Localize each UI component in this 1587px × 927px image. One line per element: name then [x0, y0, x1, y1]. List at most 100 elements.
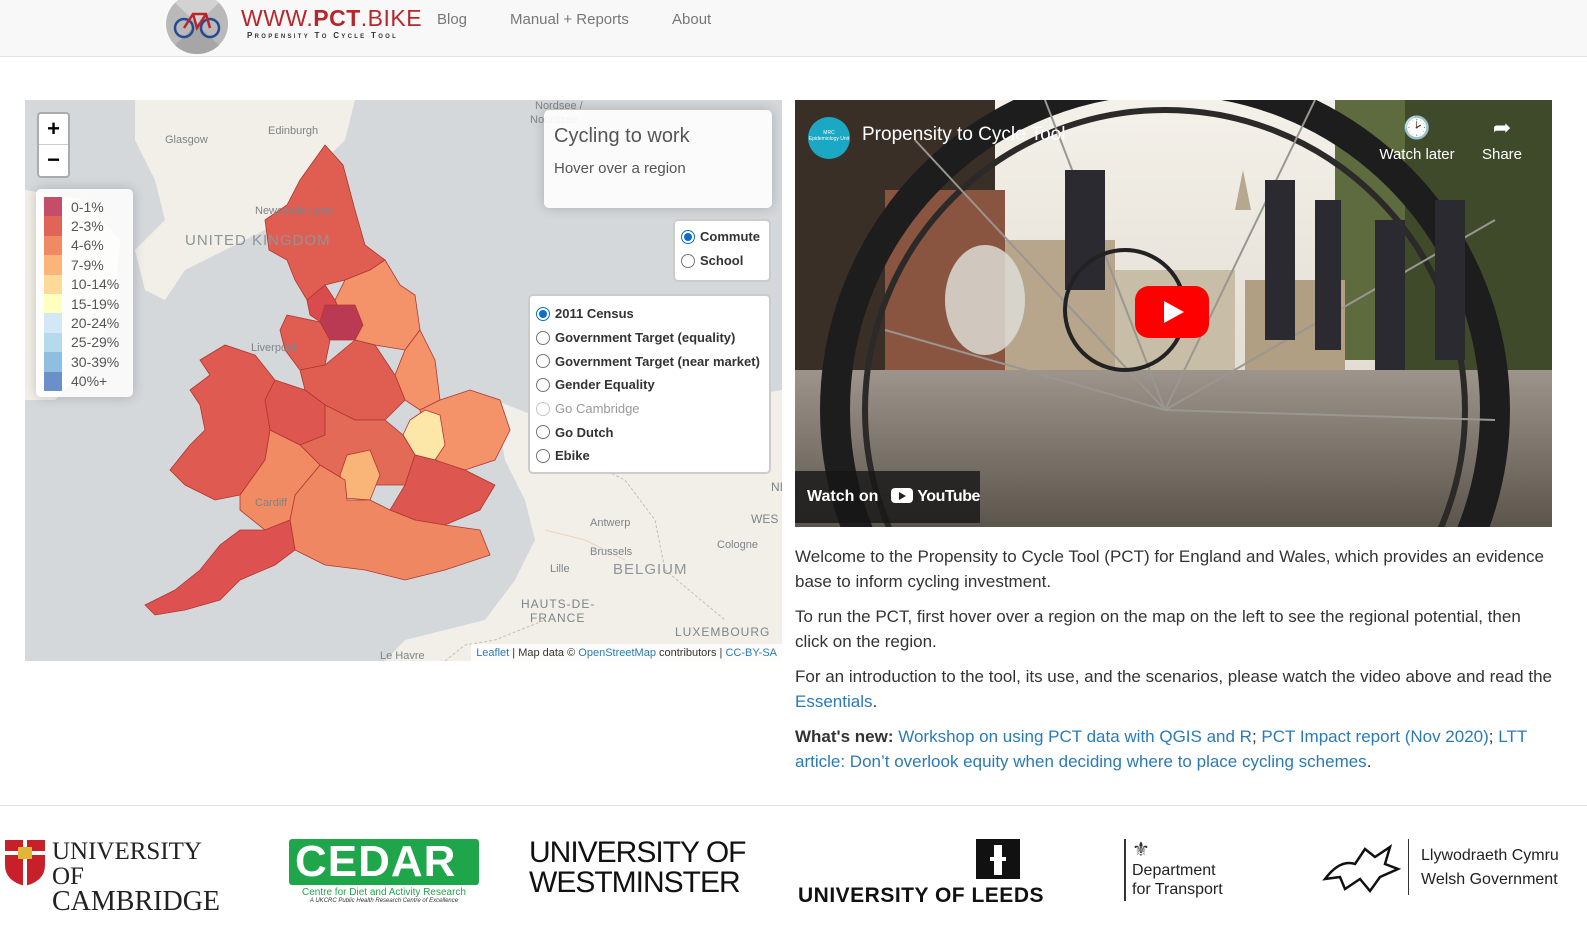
map-label-wes: WES	[751, 512, 779, 526]
legend-swatch	[44, 313, 62, 333]
legend-swatch	[44, 216, 62, 236]
radio-scenario-gov-equality[interactable]: Government Target (equality)	[536, 326, 763, 350]
zoom-out-button[interactable]: −	[39, 145, 68, 176]
watch-on-youtube-button[interactable]: Watch on YouTube	[795, 471, 980, 523]
radio-label: 2011 Census	[555, 306, 634, 322]
map-label-cardiff: Cardiff	[255, 497, 288, 509]
radio-button[interactable]	[536, 354, 550, 369]
leeds-tower-icon	[976, 839, 1020, 879]
osm-link[interactable]: OpenStreetMap	[578, 647, 656, 659]
news-link-impact-report[interactable]: PCT Impact report (Nov 2020)	[1261, 727, 1488, 746]
whats-new-label: What's new:	[795, 727, 894, 746]
video-embed[interactable]: MRC Epidemiology Unit Propensity to Cycl…	[795, 100, 1552, 527]
radio-commute[interactable]: Commute	[681, 225, 763, 249]
legend-label: 0-1%	[71, 198, 104, 215]
intro-text-span: For an introduction to the tool, its use…	[795, 667, 1552, 686]
radio-button[interactable]	[536, 377, 550, 392]
legend-label: 15-19%	[71, 295, 120, 312]
radio-button[interactable]	[536, 448, 550, 463]
radio-scenario-gov-near-market[interactable]: Government Target (near market)	[536, 349, 763, 373]
whats-new: What's new: Workshop on using PCT data w…	[795, 724, 1555, 774]
watch-later-label: Watch later	[1379, 146, 1455, 163]
university-of-cambridge-logo[interactable]: UNIVERSITY OF CAMBRIDGE	[4, 839, 239, 916]
radio-label: Commute	[700, 229, 760, 245]
legend-swatch	[44, 352, 62, 372]
cedar-line-1: Centre for Diet and Activity Research	[302, 887, 466, 898]
map-legend: 0-1% 2-3% 4-6% 7-9% 10-14% 15-19% 20-24%…	[36, 189, 133, 397]
map-label-brussels: Brussels	[590, 546, 633, 558]
share-arrow-icon: ➦	[1492, 115, 1512, 140]
intro-paragraph-3: For an introduction to the tool, its use…	[795, 664, 1555, 714]
scenario-selector: 2011 Census Government Target (equality)…	[528, 294, 771, 474]
legend-item: 15-19%	[44, 293, 125, 314]
bicycle-logo-icon[interactable]	[166, 0, 228, 54]
legend-swatch	[44, 235, 62, 256]
legend-item: 30-39%	[44, 352, 125, 372]
intro-text-span: .	[872, 692, 878, 711]
watch-later-button[interactable]: 🕑 Watch later	[1377, 116, 1457, 164]
essentials-link[interactable]: Essentials	[795, 692, 872, 711]
share-button[interactable]: ➦ Share	[1462, 115, 1542, 164]
region-info-panel: Cycling to work Hover over a region	[544, 110, 772, 208]
legend-item: 0-1%	[44, 197, 125, 217]
legend-swatch	[44, 371, 62, 391]
cedar-logo[interactable]: CEDAR Centre for Diet and Activity Resea…	[289, 839, 479, 904]
legend-item: 7-9%	[44, 255, 125, 275]
westminster-line-2: WESTMINSTER	[529, 866, 741, 899]
news-link-workshop[interactable]: Workshop on using PCT data with QGIS and…	[898, 727, 1252, 746]
radio-label: Government Target (equality)	[555, 330, 736, 346]
logo-suffix: .BIKE	[360, 5, 423, 31]
site-logo[interactable]: WWW.PCT.BIKE Propensity To Cycle Tool	[241, 5, 422, 40]
legend-item: 25-29%	[44, 332, 125, 353]
nav-manual-reports[interactable]: Manual + Reports	[510, 11, 629, 29]
welsh-government-logo[interactable]: Llywodraeth Cymru Welsh Government	[1320, 839, 1560, 899]
nav-blog[interactable]: Blog	[437, 11, 467, 29]
license-link[interactable]: CC-BY-SA	[725, 647, 777, 659]
department-for-transport-logo[interactable]: ⚜ Department for Transport	[1124, 839, 1234, 901]
university-of-westminster-logo[interactable]: UNIVERSITY OF WESTMINSTER	[529, 838, 769, 898]
map[interactable]: Nordsee / Noordzee Edinburgh Glasgow New…	[25, 100, 782, 661]
play-button[interactable]	[1135, 286, 1209, 338]
map-label-lehavre: Le Havre	[380, 650, 425, 661]
radio-button[interactable]	[681, 229, 695, 244]
legend-swatch	[44, 332, 62, 353]
welsh-dragon-icon	[1322, 844, 1402, 894]
legend-label: 25-29%	[71, 334, 120, 351]
intro-text: Welcome to the Propensity to Cycle Tool …	[795, 544, 1555, 784]
radio-label: Go Dutch	[555, 424, 614, 440]
university-of-leeds-logo[interactable]: UNIVERSITY OF LEEDS	[798, 839, 1044, 909]
cedar-wordmark: CEDAR	[289, 839, 479, 885]
zoom-in-button[interactable]: +	[39, 114, 68, 145]
radio-button[interactable]	[681, 253, 695, 268]
share-label: Share	[1481, 146, 1523, 163]
dft-line-2: for Transport	[1132, 881, 1223, 898]
news-separator: .	[1366, 752, 1372, 771]
attribution-text: | Map data ©	[509, 647, 579, 659]
radio-button	[536, 401, 550, 416]
radio-scenario-2011-census[interactable]: 2011 Census	[536, 302, 763, 326]
radio-button[interactable]	[536, 306, 550, 321]
radio-button[interactable]	[536, 330, 550, 345]
legend-label: 20-24%	[71, 315, 120, 332]
radio-scenario-gender-equality[interactable]: Gender Equality	[536, 373, 763, 397]
attribution-text: contributors |	[655, 647, 726, 659]
map-label-ni: NI	[771, 480, 782, 494]
legend-swatch	[44, 274, 62, 294]
legend-swatch	[44, 197, 62, 217]
channel-avatar[interactable]: MRC Epidemiology Unit	[808, 117, 850, 159]
radio-scenario-go-dutch[interactable]: Go Dutch	[536, 420, 763, 444]
video-title[interactable]: Propensity to Cycle Tool	[862, 124, 1065, 146]
map-label-cologne: Cologne	[717, 539, 758, 551]
legend-swatch	[44, 293, 62, 314]
dft-line-1: Department	[1132, 862, 1216, 879]
news-separator: ;	[1251, 727, 1262, 746]
nav-about[interactable]: About	[672, 11, 711, 29]
radio-scenario-ebike[interactable]: Ebike	[536, 444, 763, 468]
intro-paragraph-2: To run the PCT, first hover over a regio…	[795, 607, 1521, 651]
info-title: Cycling to work	[554, 125, 690, 147]
radio-school[interactable]: School	[681, 249, 763, 273]
leaflet-link[interactable]: Leaflet	[476, 647, 509, 659]
radio-button[interactable]	[536, 425, 550, 440]
youtube-wordmark: YouTube	[917, 488, 980, 505]
cambridge-shield-icon	[5, 840, 45, 886]
